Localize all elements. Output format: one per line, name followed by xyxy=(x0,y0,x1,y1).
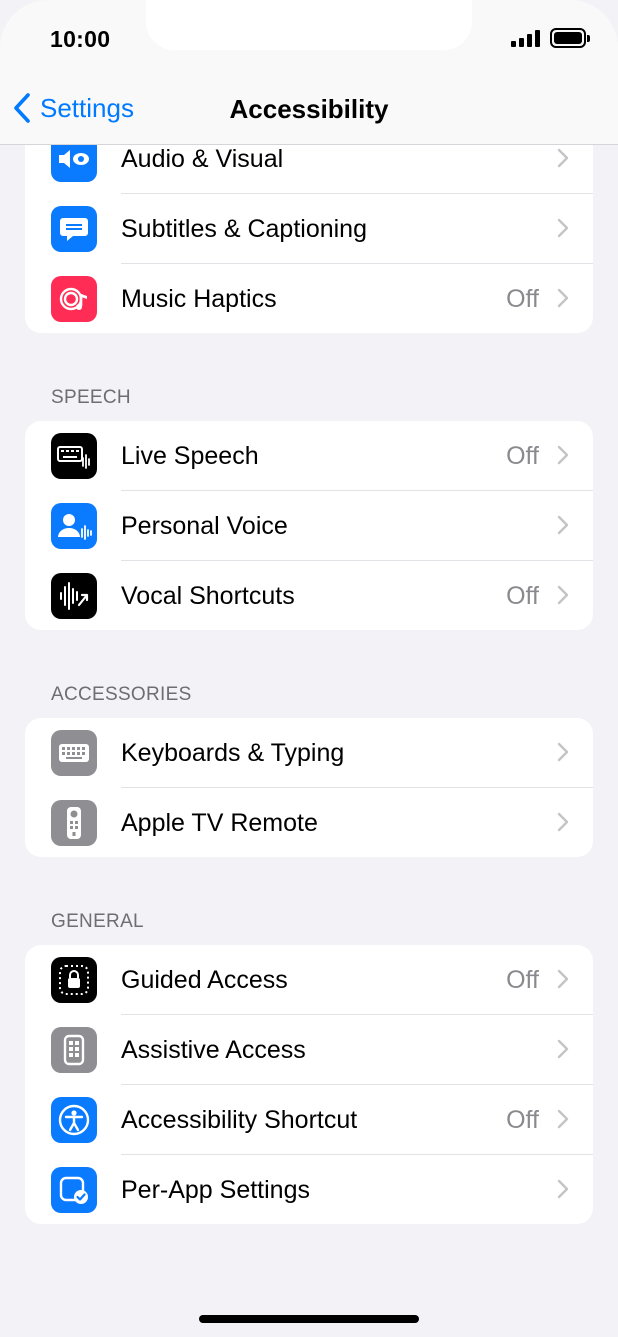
settings-row-label: Subtitles & Captioning xyxy=(121,214,367,243)
chevron-right-icon xyxy=(557,585,569,605)
waveform-arrow-icon xyxy=(51,573,97,619)
chevron-right-icon xyxy=(557,288,569,308)
settings-row-accessibility-shortcut[interactable]: Accessibility Shortcut Off xyxy=(25,1085,593,1155)
settings-row-label: Audio & Visual xyxy=(121,144,284,173)
settings-row-assistive-access[interactable]: Assistive Access xyxy=(25,1015,593,1085)
settings-row-keyboards-typing[interactable]: Keyboards & Typing xyxy=(25,718,593,788)
assistive-access-icon xyxy=(51,1027,97,1073)
music-haptics-icon xyxy=(51,276,97,322)
chevron-right-icon xyxy=(557,148,569,168)
tv-remote-icon xyxy=(51,800,97,846)
settings-row-value: Off xyxy=(506,1105,539,1134)
app-checkmark-icon xyxy=(51,1167,97,1213)
lock-dotted-frame-icon xyxy=(51,957,97,1003)
phone-screen: 10:00 Settings Accessibility Audio & Vis… xyxy=(0,0,618,1337)
settings-row-guided-access[interactable]: Guided Access Off xyxy=(25,945,593,1015)
settings-row-value: Off xyxy=(506,441,539,470)
general-settings-group: Guided Access Off Assistive Access Acces… xyxy=(25,945,593,1224)
chevron-right-icon xyxy=(557,218,569,238)
speech-settings-group: Live Speech Off Personal Voice Vocal Sho… xyxy=(25,421,593,630)
section-header-speech: SPEECH xyxy=(51,387,131,408)
settings-row-label: Vocal Shortcuts xyxy=(121,581,295,610)
chevron-right-icon xyxy=(557,742,569,762)
accessories-settings-group: Keyboards & Typing Apple TV Remote xyxy=(25,718,593,857)
settings-row-value: Off xyxy=(506,284,539,313)
settings-row-label: Personal Voice xyxy=(121,511,288,540)
vision-settings-group: Audio & Visual Subtitles & Captioning Mu… xyxy=(25,124,593,333)
settings-row-label: Accessibility Shortcut xyxy=(121,1105,358,1134)
device-notch xyxy=(146,0,472,50)
chevron-right-icon xyxy=(557,969,569,989)
page-title: Accessibility xyxy=(229,94,389,124)
settings-row-live-speech[interactable]: Live Speech Off xyxy=(25,421,593,491)
settings-row-label: Assistive Access xyxy=(121,1035,306,1064)
person-waveform-icon xyxy=(51,503,97,549)
settings-row-label: Music Haptics xyxy=(121,284,277,313)
chevron-right-icon xyxy=(557,1109,569,1129)
chevron-right-icon xyxy=(557,1179,569,1199)
navigation-bar: Settings Accessibility xyxy=(0,80,618,145)
section-header-accessories: ACCESSORIES xyxy=(51,684,192,705)
settings-row-personal-voice[interactable]: Personal Voice xyxy=(25,491,593,561)
captions-bubble-icon xyxy=(51,206,97,252)
settings-row-label: Keyboards & Typing xyxy=(121,738,345,767)
settings-row-subtitles-captioning[interactable]: Subtitles & Captioning xyxy=(25,194,593,264)
settings-row-per-app-settings[interactable]: Per-App Settings xyxy=(25,1155,593,1224)
keyboard-icon xyxy=(51,730,97,776)
accessibility-person-icon xyxy=(51,1097,97,1143)
settings-row-vocal-shortcuts[interactable]: Vocal Shortcuts Off xyxy=(25,561,593,630)
chevron-right-icon xyxy=(557,1039,569,1059)
settings-row-value: Off xyxy=(506,965,539,994)
status-time: 10:00 xyxy=(50,26,111,52)
keyboard-waveform-icon xyxy=(51,433,97,479)
settings-row-label: Guided Access xyxy=(121,965,288,994)
chevron-right-icon xyxy=(557,812,569,832)
chevron-right-icon xyxy=(557,445,569,465)
settings-row-value: Off xyxy=(506,581,539,610)
settings-row-label: Live Speech xyxy=(121,441,259,470)
settings-row-music-haptics[interactable]: Music Haptics Off xyxy=(25,264,593,333)
cellular-signal-icon xyxy=(511,29,540,47)
battery-icon xyxy=(550,28,590,48)
settings-row-apple-tv-remote[interactable]: Apple TV Remote xyxy=(25,788,593,857)
status-icons xyxy=(511,28,590,48)
section-header-general: GENERAL xyxy=(51,911,144,932)
home-indicator[interactable] xyxy=(199,1315,419,1323)
settings-row-label: Per-App Settings xyxy=(121,1175,310,1204)
settings-row-label: Apple TV Remote xyxy=(121,808,318,837)
chevron-right-icon xyxy=(557,515,569,535)
